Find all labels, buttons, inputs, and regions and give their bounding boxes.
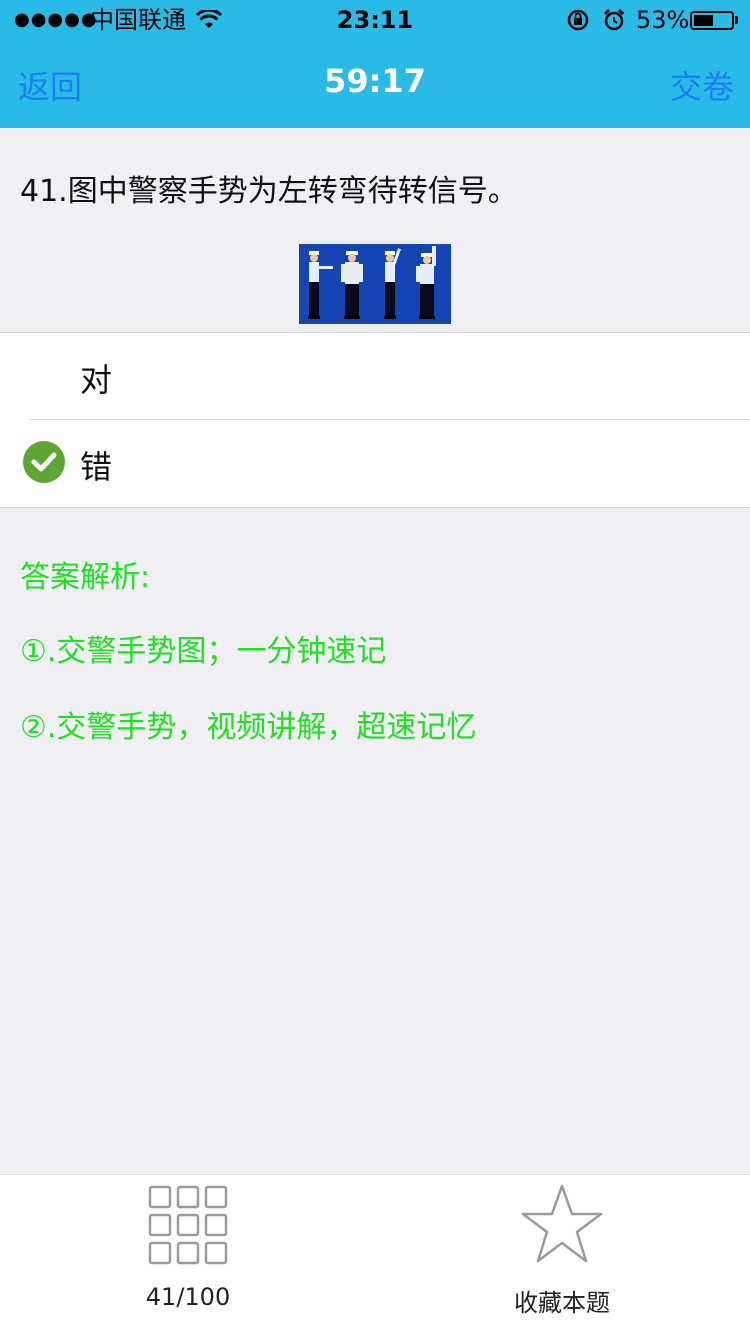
alarm-icon <box>602 0 626 40</box>
favorite-question-label: 收藏本题 <box>514 1289 610 1317</box>
check-circle-icon <box>23 441 65 483</box>
option-label: 对 <box>80 361 113 399</box>
battery-tip <box>735 16 738 24</box>
favorite-question-button[interactable]: 收藏本题 <box>412 1175 712 1334</box>
analysis-link-video[interactable]: ②.交警手势，视频讲解，超速记忆 <box>20 702 476 746</box>
battery-level-fill <box>694 15 713 26</box>
analysis-link-gesture-chart[interactable]: ①.交警手势图；一分钟速记 <box>20 626 386 670</box>
status-bar: ●●●●● 中国联通 23:11 53% <box>0 0 750 40</box>
analysis-title: 答案解析: <box>20 560 151 595</box>
grid-icon <box>148 1185 228 1265</box>
option-false[interactable]: 错 <box>0 420 750 507</box>
answer-options: 对 错 <box>0 332 750 508</box>
battery-percent: 53% <box>636 6 690 34</box>
rotation-lock-icon <box>566 0 590 40</box>
question-text: 41.图中警察手势为左转弯待转信号。 <box>20 174 518 209</box>
countdown-timer: 59:17 <box>324 62 426 100</box>
question-progress-label: 41/100 <box>145 1283 231 1311</box>
nav-bar: 返回 59:17 交卷 <box>0 40 750 128</box>
submit-exam-button[interactable]: 交卷 <box>670 62 734 108</box>
question-progress-button[interactable]: 41/100 <box>38 1175 338 1334</box>
option-label: 错 <box>80 448 113 486</box>
traffic-police-gesture-image <box>299 244 451 324</box>
option-true[interactable]: 对 <box>0 333 750 420</box>
bottom-toolbar: 41/100 收藏本题 <box>0 1174 750 1334</box>
star-icon <box>520 1183 604 1265</box>
battery-icon <box>690 11 734 30</box>
